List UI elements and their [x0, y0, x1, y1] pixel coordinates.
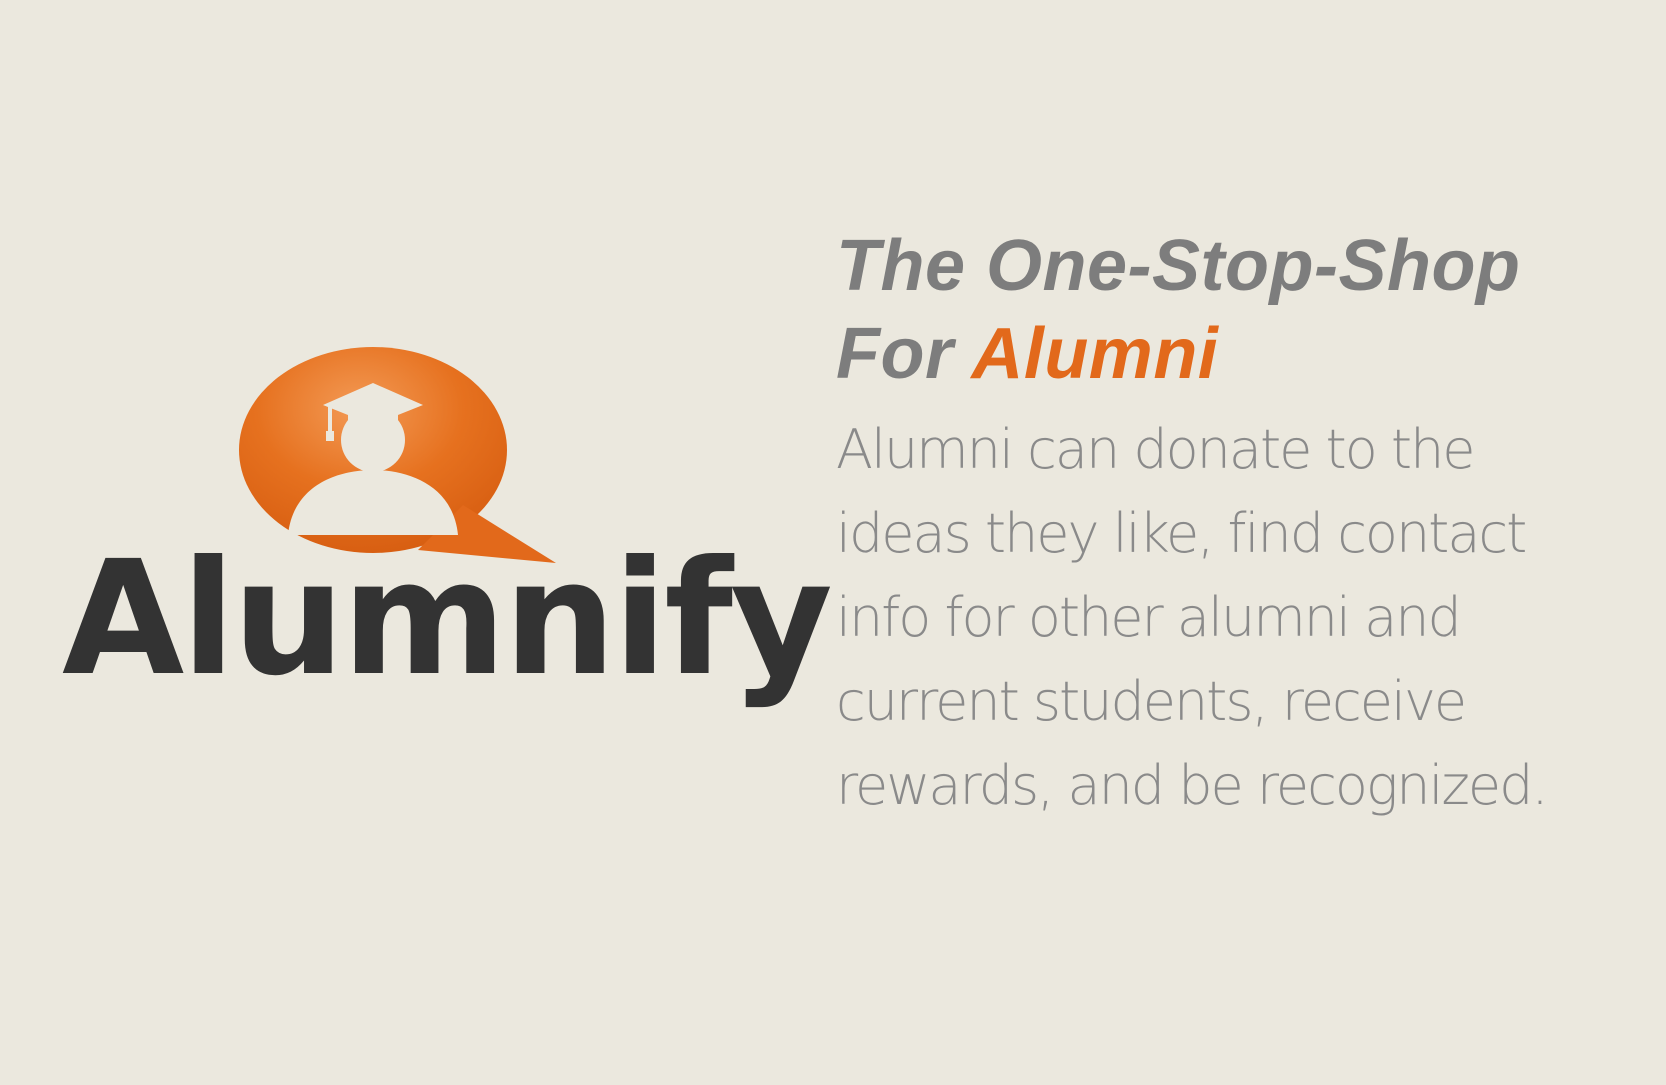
headline-line-1: The One-Stop-Shop — [836, 226, 1521, 306]
tagline-block: The One-Stop-Shop For Alumni Alumni can … — [836, 222, 1636, 828]
description-line-4: current students, receive — [836, 670, 1467, 733]
description-line-5: rewards, and be recognized. — [836, 754, 1549, 817]
headline: The One-Stop-Shop For Alumni — [836, 222, 1636, 398]
description-line-3: info for other alumni and — [836, 586, 1462, 649]
description-line-1: Alumni can donate to the — [836, 418, 1476, 481]
description-line-2: ideas they like, find contact — [836, 502, 1527, 565]
description: Alumni can donate to the ideas they like… — [836, 408, 1636, 828]
headline-highlight: Alumni — [971, 314, 1219, 394]
brand-wordmark: Alumnify — [62, 527, 833, 711]
promo-banner: Alumnify The One-Stop-Shop For Alumni Al… — [0, 0, 1666, 1085]
headline-line-2: For Alumni — [836, 310, 1636, 398]
headline-prefix: For — [836, 314, 954, 394]
